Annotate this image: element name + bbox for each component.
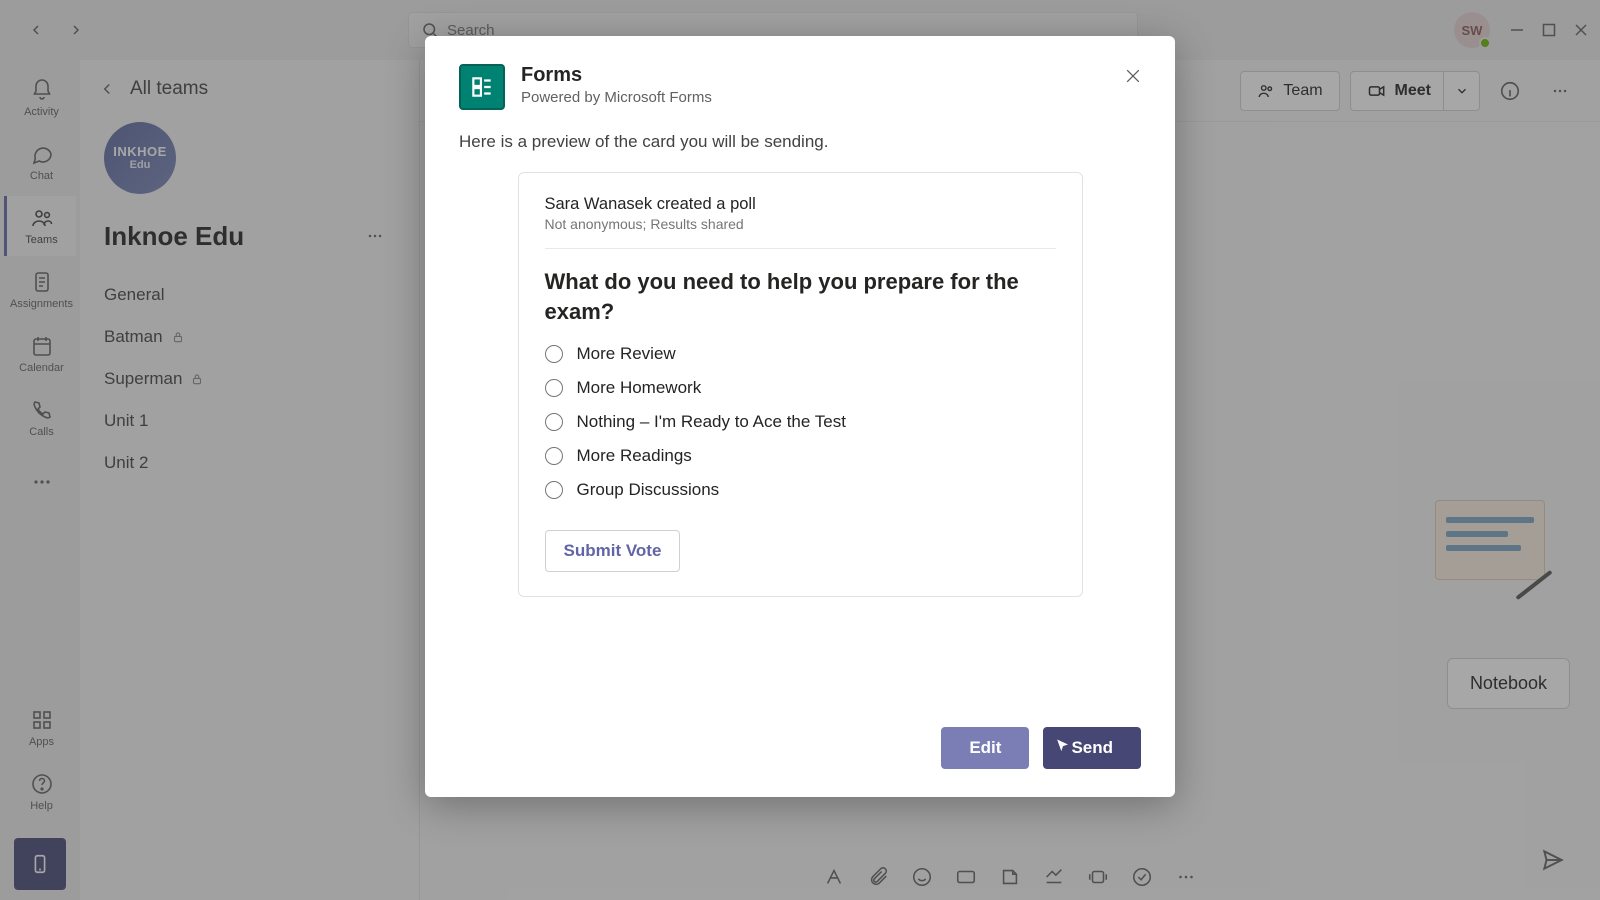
- poll-option[interactable]: Nothing – I'm Ready to Ace the Test: [545, 412, 1056, 432]
- forms-dialog: Forms Powered by Microsoft Forms Here is…: [425, 36, 1175, 797]
- poll-settings-line: Not anonymous; Results shared: [545, 216, 1056, 232]
- send-label: Send: [1071, 738, 1113, 757]
- dialog-description: Here is a preview of the card you will b…: [459, 132, 1141, 152]
- poll-option[interactable]: More Readings: [545, 446, 1056, 466]
- edit-button[interactable]: Edit: [941, 727, 1029, 769]
- poll-option-label: Nothing – I'm Ready to Ace the Test: [577, 412, 846, 432]
- send-button[interactable]: Send: [1043, 727, 1141, 769]
- divider: [545, 248, 1056, 249]
- poll-radio[interactable]: [545, 481, 563, 499]
- poll-option[interactable]: Group Discussions: [545, 480, 1056, 500]
- poll-radio[interactable]: [545, 413, 563, 431]
- poll-radio[interactable]: [545, 447, 563, 465]
- forms-app-icon: [459, 64, 505, 110]
- poll-radio[interactable]: [545, 345, 563, 363]
- poll-question: What do you need to help you prepare for…: [545, 267, 1056, 326]
- poll-option[interactable]: More Homework: [545, 378, 1056, 398]
- poll-option-label: More Review: [577, 344, 676, 364]
- modal-overlay: Forms Powered by Microsoft Forms Here is…: [0, 0, 1600, 900]
- poll-creator-line: Sara Wanasek created a poll: [545, 195, 1056, 214]
- dialog-subtitle: Powered by Microsoft Forms: [521, 89, 712, 106]
- poll-option-label: Group Discussions: [577, 480, 720, 500]
- poll-option[interactable]: More Review: [545, 344, 1056, 364]
- poll-option-label: More Readings: [577, 446, 692, 466]
- submit-vote-button[interactable]: Submit Vote: [545, 530, 681, 572]
- cursor-icon: [1053, 737, 1073, 757]
- close-icon: [1123, 66, 1143, 86]
- poll-option-label: More Homework: [577, 378, 702, 398]
- dialog-title: Forms: [521, 64, 712, 87]
- dialog-close-button[interactable]: [1117, 60, 1149, 92]
- poll-card: Sara Wanasek created a poll Not anonymou…: [518, 172, 1083, 597]
- forms-icon: [469, 74, 495, 100]
- poll-radio[interactable]: [545, 379, 563, 397]
